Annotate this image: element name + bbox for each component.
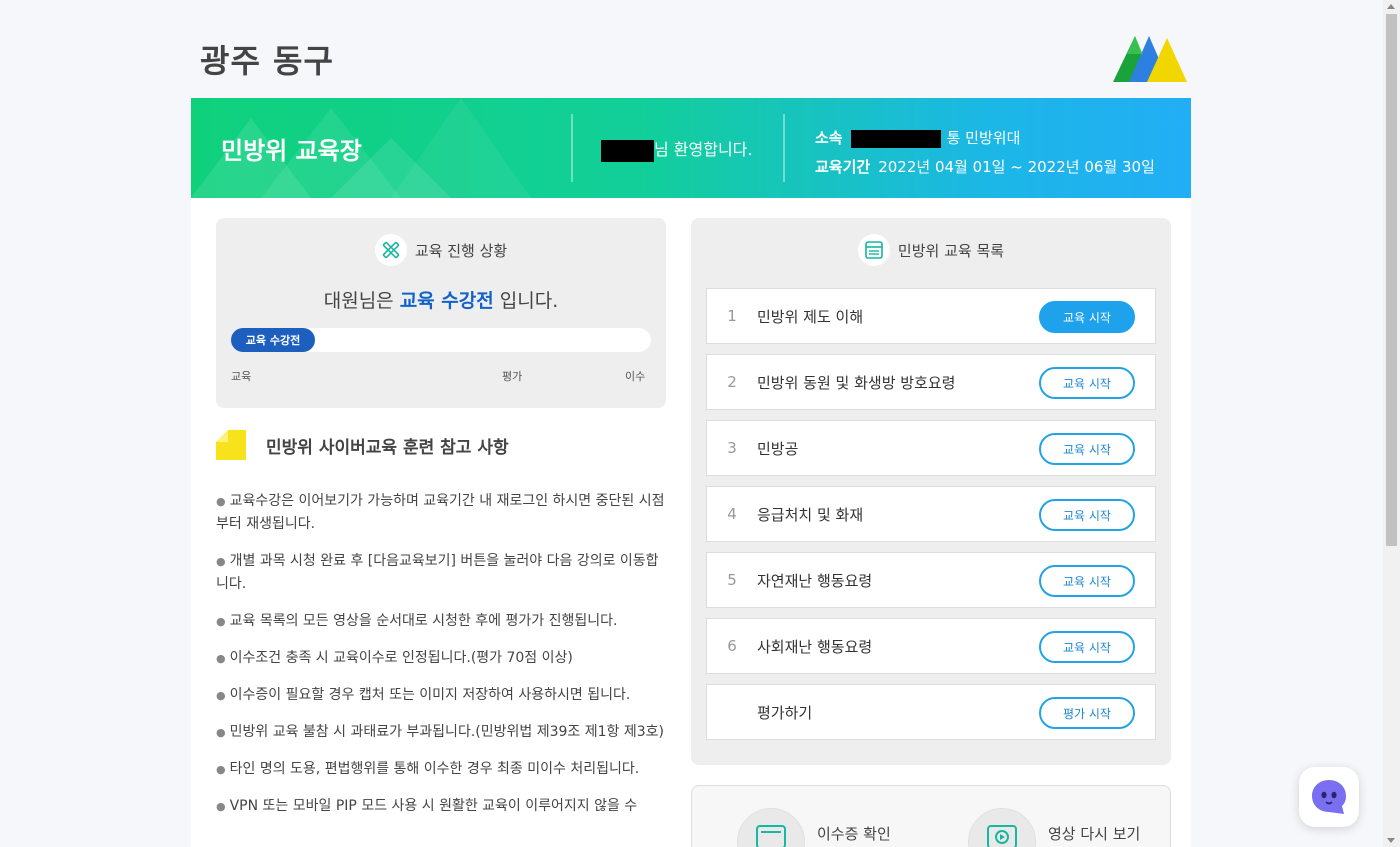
member-info: 소속 통 민방위대 교육기간 2022년 04월 01일 ~ 2022년 06월 3… [815,124,1155,182]
logo-icon[interactable] [1113,34,1189,82]
affiliation-row: 소속 통 민방위대 [815,124,1155,153]
chatbot-button[interactable] [1299,767,1359,827]
status-highlight: 교육 수강전 [399,290,494,312]
course-row: 6 사회재난 행동요령 교육 시작 [706,618,1156,674]
banner-divider [571,114,573,182]
redacted-name [601,139,654,162]
notice-item: ● 이수조건 충족 시 교육이수로 인정됩니다.(평가 70점 이상) [216,650,573,666]
welcome-banner: 민방위 교육장 님 환영합니다. 소속 통 민방위대 교육기간 2022년 04월 … [191,98,1191,198]
course-header: 민방위 교육 목록 [691,234,1171,266]
notice-text: 교육수강은 이어보기가 가능하며 교육기간 내 재로그인 하시면 중단된 시점부… [216,493,665,532]
course-row: 1 민방위 제도 이해 교육 시작 [706,288,1156,344]
notice-title: 민방위 사이버교육 훈련 참고 사항 [266,437,509,458]
replay-link[interactable]: 영상 다시 보기 [968,808,1140,847]
course-number: 6 [727,637,737,655]
notice-text: 이수조건 충족 시 교육이수로 인정됩니다.(평가 70점 이상) [229,650,573,666]
scroll-up-icon[interactable] [1387,4,1395,9]
period-label: 교육기간 [815,158,871,176]
video-icon [968,808,1036,847]
course-row: 2 민방위 동원 및 화생방 방호요령 교육 시작 [706,354,1156,410]
bottom-actions-card: 이수증 확인 영상 다시 보기 [691,785,1171,847]
page-scrollbar[interactable] [1383,0,1400,847]
course-row: 3 민방공 교육 시작 [706,420,1156,476]
evaluation-row: 평가하기 평가 시작 [706,684,1156,740]
period-value: 2022년 04월 01일 ~ 2022년 06월 30일 [878,158,1155,176]
course-row: 4 응급처치 및 화재 교육 시작 [706,486,1156,542]
course-number: 3 [727,439,737,457]
banner-divider [783,114,785,182]
certificate-label: 이수증 확인 [817,824,891,843]
redacted-affiliation [850,129,941,148]
status-suffix: 입니다. [493,290,559,312]
notice-header: 민방위 사이버교육 훈련 참고 사항 [216,430,509,460]
status-prefix: 대원님은 [323,290,400,312]
course-number: 5 [727,571,737,589]
document-list-icon [857,234,890,266]
start-evaluation-button[interactable]: 평가 시작 [1039,697,1135,729]
progress-status: 대원님은 교육 수강전 입니다. [216,286,666,313]
certificate-link[interactable]: 이수증 확인 [737,808,891,847]
course-number: 1 [727,307,737,325]
start-course-button[interactable]: 교육 시작 [1039,367,1135,399]
course-list: 1 민방위 제도 이해 교육 시작 2 민방위 동원 및 화생방 방호요령 교육… [706,288,1156,750]
course-heading: 민방위 교육 목록 [897,241,1005,260]
pencil-ruler-icon [374,234,407,266]
chatbot-icon [1312,780,1346,814]
scrollbar-thumb[interactable] [1386,14,1397,546]
progress-header: 교육 진행 상황 [216,234,666,266]
notice-item: ● 개별 과목 시청 완료 후 [다음교육보기] 버튼을 눌러야 다음 강의로 이… [216,553,659,592]
notice-text: VPN 또는 모바일 PIP 모드 사용 시 원활한 교육이 이루어지지 않을 … [229,798,638,814]
main-content: 교육 진행 상황 대원님은 교육 수강전 입니다. 교육 수강전 교육 평가 이… [191,198,1191,847]
start-course-button[interactable]: 교육 시작 [1039,301,1135,333]
notice-list: ● 교육수강은 이어보기가 가능하며 교육기간 내 재로그인 하시면 중단된 시점… [216,490,666,832]
notice-item: ● 이수증이 필요할 경우 캡처 또는 이미지 저장하여 사용하시면 됩니다. [216,687,631,703]
course-card: 민방위 교육 목록 1 민방위 제도 이해 교육 시작 2 민방위 동원 및 화… [691,218,1171,765]
notice-text: 이수증이 필요할 경우 캡처 또는 이미지 저장하여 사용하시면 됩니다. [229,687,631,703]
welcome-suffix: 님 환영합니다. [654,140,753,159]
stage-education: 교육 [231,370,252,383]
sticky-note-icon [216,430,246,460]
affiliation-label: 소속 [815,129,843,147]
notice-item: ● 타인 명의 도용, 편법행위를 통해 이수한 경우 최종 미이수 처리됩니다. [216,761,640,777]
course-row: 5 자연재난 행동요령 교육 시작 [706,552,1156,608]
stage-evaluation: 평가 [502,370,523,383]
progress-heading: 교육 진행 상황 [414,241,508,260]
stage-completion: 이수 [625,370,646,383]
notice-item: ● VPN 또는 모바일 PIP 모드 사용 시 원활한 교육이 이루어지지 않을… [216,798,638,814]
notice-item: ● 민방위 교육 불참 시 과태료가 부과됩니다.(민방위법 제39조 제1항 제… [216,724,664,740]
notice-item: ● 교육 목록의 모든 영상을 순서대로 시청한 후에 평가가 진행됩니다. [216,613,618,629]
welcome-message: 님 환영합니다. [601,136,753,162]
start-course-button[interactable]: 교육 시작 [1039,433,1135,465]
period-row: 교육기간 2022년 04월 01일 ~ 2022년 06월 30일 [815,153,1155,182]
certificate-icon [737,808,805,847]
notice-text: 교육 목록의 모든 영상을 순서대로 시청한 후에 평가가 진행됩니다. [229,613,618,629]
notice-text: 타인 명의 도용, 편법행위를 통해 이수한 경우 최종 미이수 처리됩니다. [229,761,640,777]
site-title: 광주 동구 [200,42,334,80]
start-course-button[interactable]: 교육 시작 [1039,631,1135,663]
course-number: 2 [727,373,737,391]
notice-text: 민방위 교육 불참 시 과태료가 부과됩니다.(민방위법 제39조 제1항 제3… [229,724,664,740]
start-course-button[interactable]: 교육 시작 [1039,499,1135,531]
replay-label: 영상 다시 보기 [1048,824,1141,843]
affiliation-suffix: 통 민방위대 [946,129,1021,147]
start-course-button[interactable]: 교육 시작 [1039,565,1135,597]
site-header: 광주 동구 [191,0,1191,98]
progress-bar: 교육 수강전 [231,328,651,352]
progress-card: 교육 진행 상황 대원님은 교육 수강전 입니다. 교육 수강전 교육 평가 이… [216,218,666,408]
progress-bar-fill: 교육 수강전 [231,328,315,352]
course-number: 4 [727,505,737,523]
scroll-down-icon[interactable] [1387,838,1395,843]
notice-text: 개별 과목 시청 완료 후 [다음교육보기] 버튼을 눌러야 다음 강의로 이동… [216,553,659,592]
notice-item: ● 교육수강은 이어보기가 가능하며 교육기간 내 재로그인 하시면 중단된 시점… [216,493,665,532]
banner-title: 민방위 교육장 [221,137,362,165]
